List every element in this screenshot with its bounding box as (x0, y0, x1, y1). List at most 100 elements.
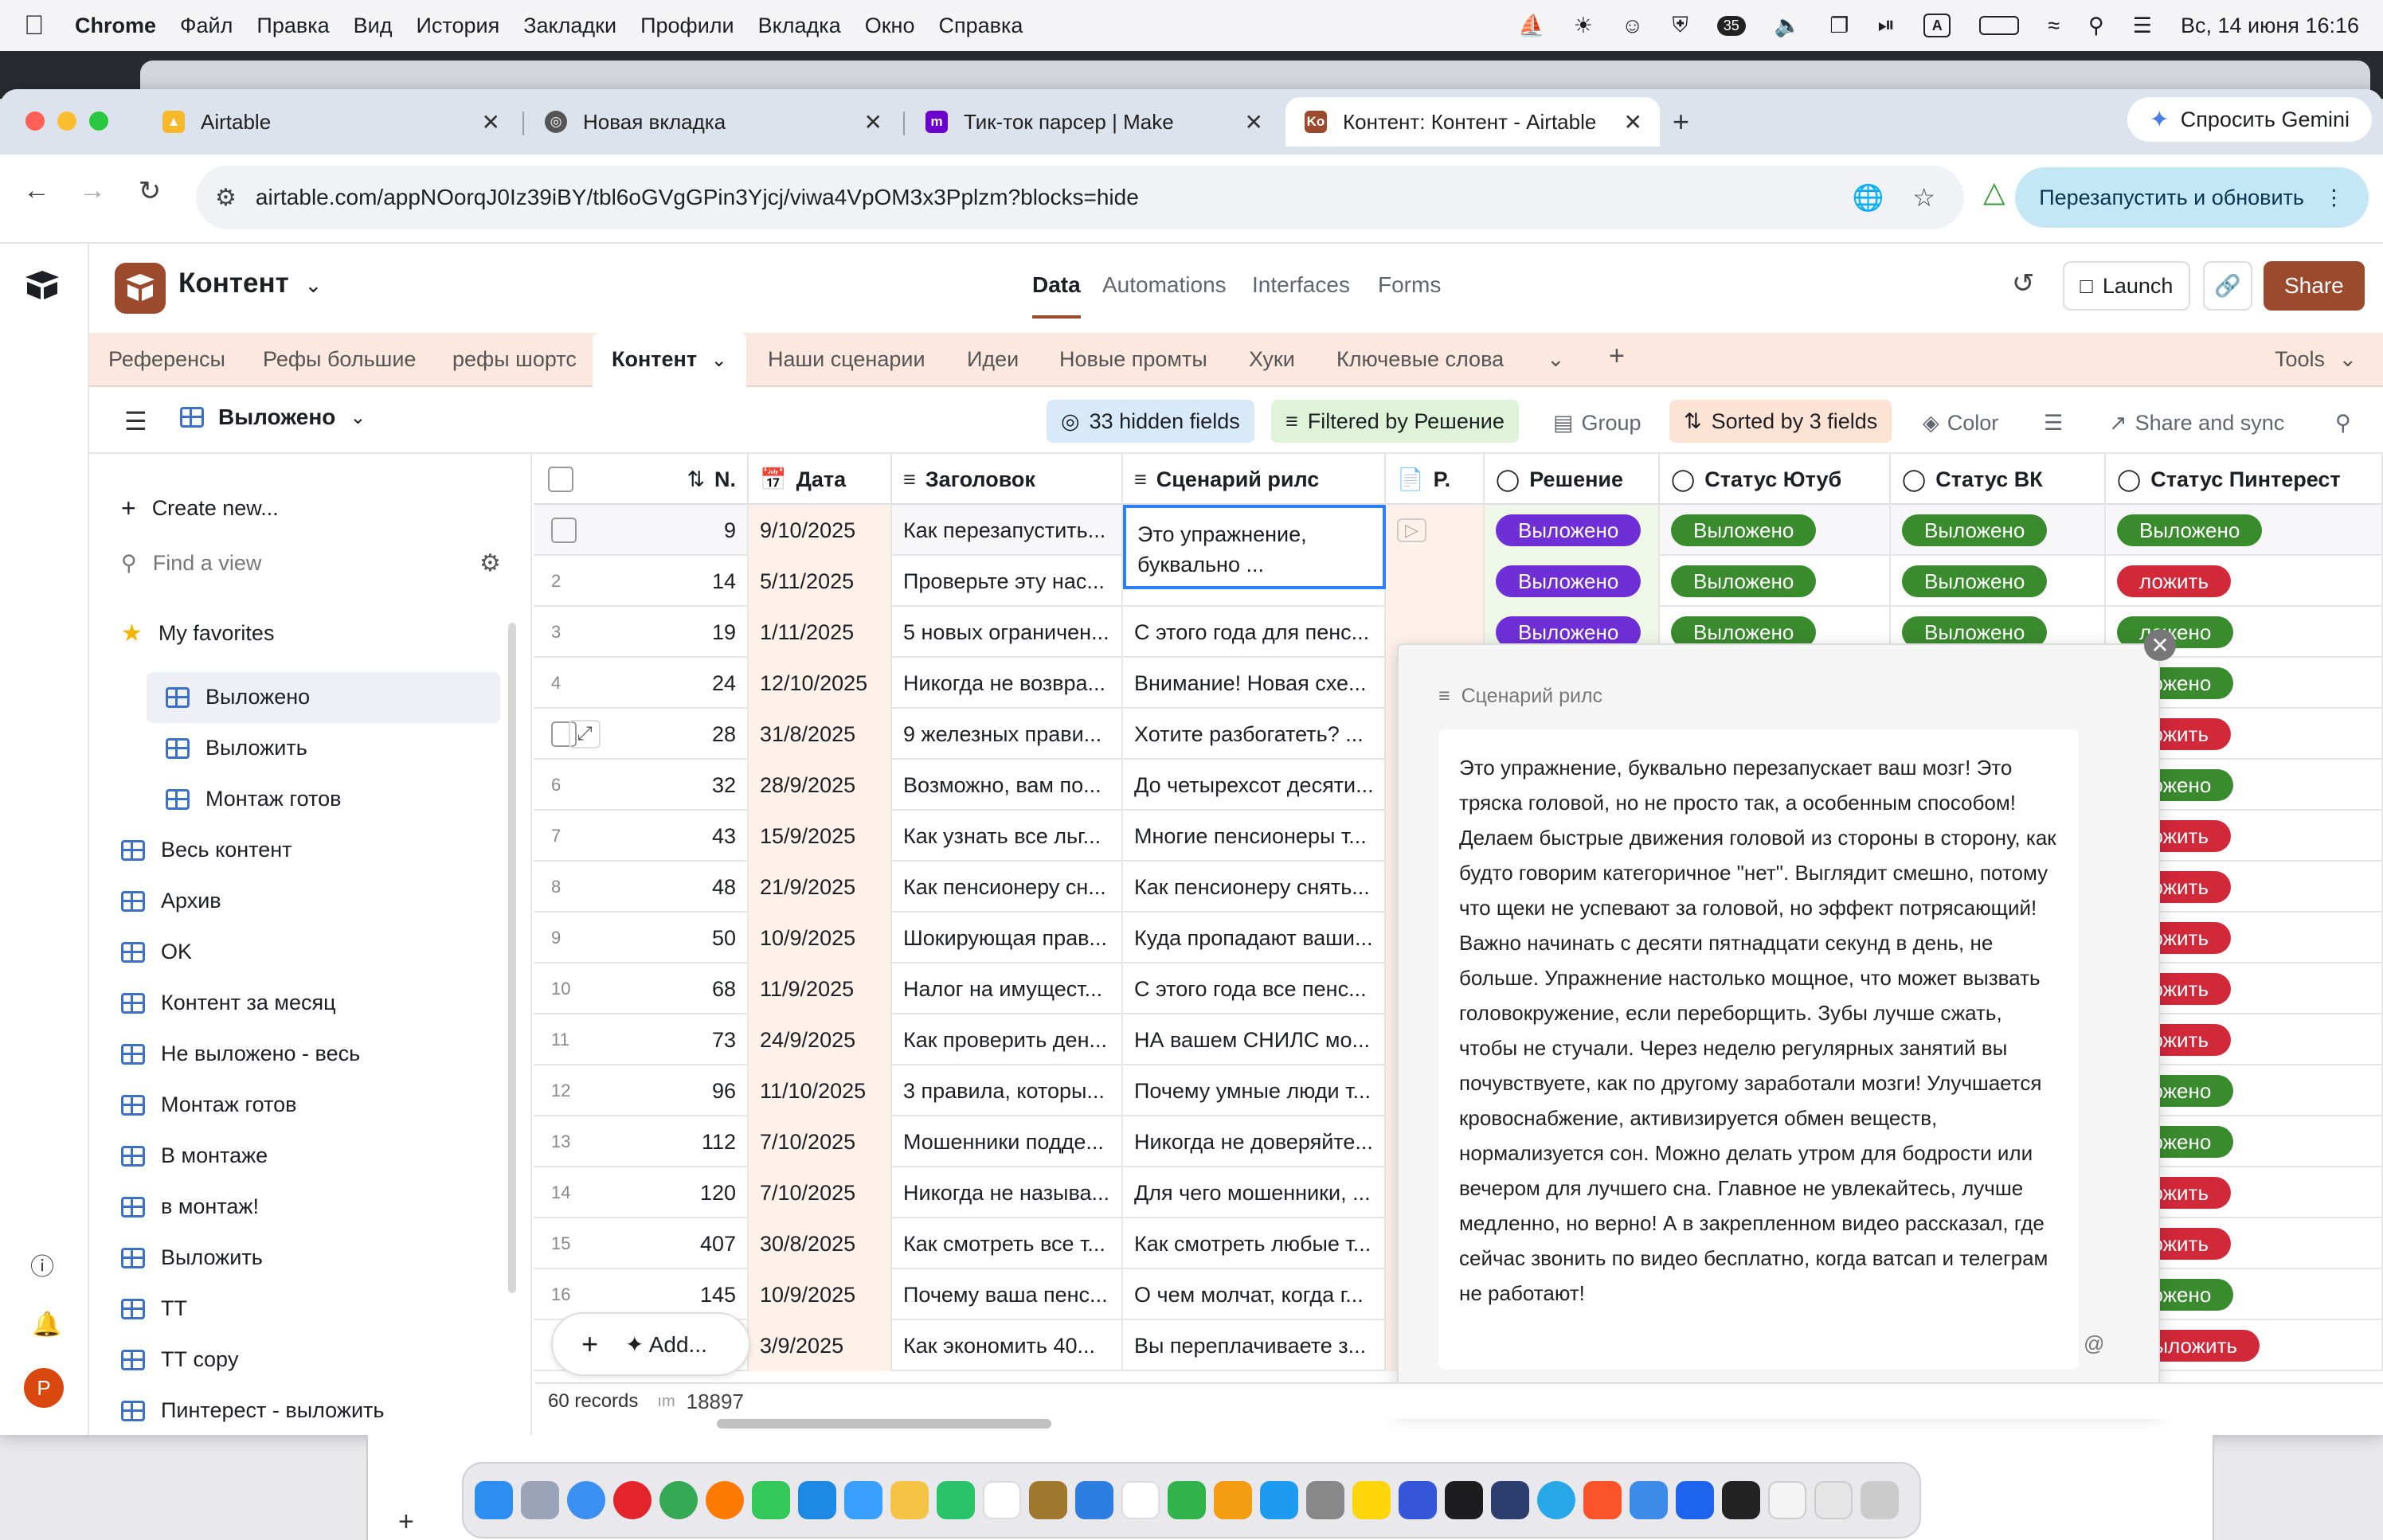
script-textarea[interactable]: Это упражнение, буквально перезапускает … (1438, 729, 2079, 1370)
keyboard-layout-icon[interactable]: A (1923, 14, 1951, 37)
gear-icon[interactable]: ⚙ (479, 549, 501, 577)
table-tab-hooks[interactable]: Хуки (1249, 347, 1295, 372)
sidebar-view[interactable]: Контент за месяц (121, 991, 336, 1015)
relaunch-update-button[interactable]: Перезапустить и обновить ⋮ (2015, 167, 2369, 228)
row-number-cell[interactable]: 8 48 (534, 862, 749, 913)
close-tab-icon[interactable]: ✕ (1245, 109, 1263, 135)
status-badge[interactable]: Выложено (1902, 514, 2048, 546)
header-number[interactable]: ⇅ N. (534, 454, 749, 505)
app-store-icon[interactable] (1260, 1481, 1298, 1519)
numbers-icon[interactable] (1168, 1481, 1206, 1519)
row-number-cell[interactable]: 6 32 (534, 760, 749, 811)
date-cell[interactable]: 10/9/2025 (749, 913, 892, 963)
help-icon[interactable]: ⓘ (30, 1247, 54, 1282)
firefox-icon[interactable] (706, 1481, 744, 1519)
docker-icon[interactable]: ⛵ (1518, 13, 1545, 38)
control-center-icon[interactable]: ☰ (2133, 14, 2152, 38)
volume-icon[interactable]: 🔈 (1775, 13, 1802, 38)
row-number-cell[interactable]: 13 112 (534, 1116, 749, 1167)
opera-icon[interactable] (613, 1481, 652, 1519)
docker-icon[interactable] (1676, 1481, 1714, 1519)
safari-icon[interactable] (567, 1481, 605, 1519)
date-cell[interactable]: 30/8/2025 (749, 1218, 892, 1269)
sidebar-fav-view[interactable]: Монтаж готов (166, 787, 341, 811)
airtable-logo-icon[interactable] (24, 269, 61, 301)
menu-edit[interactable]: Правка (256, 14, 329, 38)
history-icon[interactable]: ↺ (2012, 268, 2035, 299)
script-cell[interactable]: Для чего мошенники, ... (1123, 1167, 1386, 1218)
sidebar-view[interactable]: в монтаж! (121, 1194, 259, 1219)
header-date[interactable]: 📅 Дата (749, 454, 892, 505)
row-index[interactable]: 4 (551, 673, 561, 694)
documents-icon[interactable] (1768, 1481, 1806, 1519)
add-record-plus-icon[interactable]: + (581, 1327, 598, 1361)
title-cell[interactable]: Как перезапустить... (892, 505, 1123, 556)
search-icon[interactable]: ⚲ (2088, 14, 2104, 38)
cat-icon[interactable]: ☺ (1622, 14, 1644, 38)
decision-cell[interactable]: Выложено (1485, 556, 1660, 607)
script-cell[interactable]: До четырехсот десяти... (1123, 760, 1386, 811)
clock[interactable]: Вс, 14 июня 16:16 (2181, 14, 2359, 38)
pinterest-status-cell[interactable]: Выложено (2106, 505, 2383, 556)
row-index[interactable]: 15 (551, 1233, 570, 1254)
sidebar-view[interactable]: OK (121, 940, 192, 964)
date-cell[interactable]: 31/8/2025 (749, 709, 892, 760)
notes-brown-icon[interactable] (1029, 1481, 1067, 1519)
script-cell[interactable]: Куда пропадают ваши... (1123, 913, 1386, 963)
mention-icon[interactable]: @ (2084, 1331, 2104, 1356)
more-tables-chevron-icon[interactable]: ⌄ (1547, 347, 1565, 372)
tab-airtable-content[interactable]: Ko Контент: Контент - Airtable ✕ (1285, 97, 1660, 147)
tab-new-tab[interactable]: ◎ Новая вкладка ✕ (526, 97, 900, 147)
script-cell[interactable]: Это упражнение, буквально ... (1123, 505, 1386, 589)
terminal-icon[interactable] (1445, 1481, 1483, 1519)
avatar[interactable]: P (24, 1368, 64, 1408)
hamburger-icon[interactable]: ☰ (124, 406, 147, 436)
row-index[interactable]: 6 (551, 775, 561, 795)
row-number-cell[interactable]: 12 96 (534, 1065, 749, 1116)
close-tab-icon[interactable]: ✕ (864, 109, 882, 135)
settings-icon[interactable] (1306, 1481, 1344, 1519)
menu-tab[interactable]: Вкладка (758, 14, 841, 38)
attachment-play-icon[interactable]: ▷ (1397, 518, 1426, 542)
row-index[interactable]: 11 (551, 1030, 569, 1050)
row-checkbox[interactable] (551, 518, 577, 543)
date-cell[interactable]: 11/10/2025 (749, 1065, 892, 1116)
sidebar-view[interactable]: ТТ (121, 1296, 187, 1321)
row-index[interactable]: 13 (551, 1132, 570, 1152)
search-icon[interactable]: ⚲ (2335, 411, 2351, 436)
row-index[interactable]: 8 (551, 877, 561, 897)
transfer-icon[interactable] (1630, 1481, 1668, 1519)
notification-badge-icon[interactable]: 35 (1716, 15, 1746, 36)
launchpad-icon[interactable] (521, 1481, 559, 1519)
create-new-button[interactable]: + Create new... (121, 494, 279, 523)
row-number-cell[interactable]: 14 120 (534, 1167, 749, 1218)
title-cell[interactable]: Проверьте эту нас... (892, 556, 1123, 607)
header-title[interactable]: ≡ Заголовок (892, 454, 1123, 505)
nav-tab-automations[interactable]: Automations (1102, 272, 1227, 298)
youtube-status-cell[interactable]: Выложено (1660, 556, 1891, 607)
menu-bookmarks[interactable]: Закладки (523, 14, 616, 38)
group-button[interactable]: ▤ Group (1553, 411, 1641, 436)
apple-icon[interactable]:  (24, 10, 53, 41)
bell-icon[interactable]: 🔔 (32, 1311, 61, 1339)
p-cell[interactable] (1386, 556, 1485, 607)
find-view-input[interactable]: ⚲ Find a view (121, 551, 261, 576)
sidebar-view[interactable]: Выложить (121, 1245, 263, 1270)
translate-icon[interactable]: 🌐 (1852, 182, 1884, 213)
date-cell[interactable]: 21/9/2025 (749, 862, 892, 913)
more-menu-icon[interactable]: ⋮ (2323, 186, 2345, 210)
date-cell[interactable]: 28/9/2025 (749, 760, 892, 811)
sidebar-view[interactable]: В монтаже (121, 1143, 268, 1168)
tab-make[interactable]: m Тик-ток парсер | Make ✕ (906, 97, 1281, 147)
date-cell[interactable]: 3/9/2025 (749, 1320, 892, 1371)
brave-icon[interactable] (1583, 1481, 1622, 1519)
vk-status-cell[interactable]: Выложено (1891, 505, 2106, 556)
facetime-icon[interactable] (937, 1481, 975, 1519)
menu-profiles[interactable]: Профили (640, 14, 734, 38)
ask-gemini-button[interactable]: ✦ Спросить Gemini (2127, 97, 2372, 142)
bookmark-star-icon[interactable]: ☆ (1912, 182, 1935, 213)
hidden-fields-button[interactable]: ◎ 33 hidden fields (1047, 400, 1254, 443)
notes-icon[interactable] (1352, 1481, 1391, 1519)
chrome-icon[interactable] (659, 1481, 698, 1519)
row-number-cell[interactable]: ⤢ 28 (534, 709, 749, 760)
